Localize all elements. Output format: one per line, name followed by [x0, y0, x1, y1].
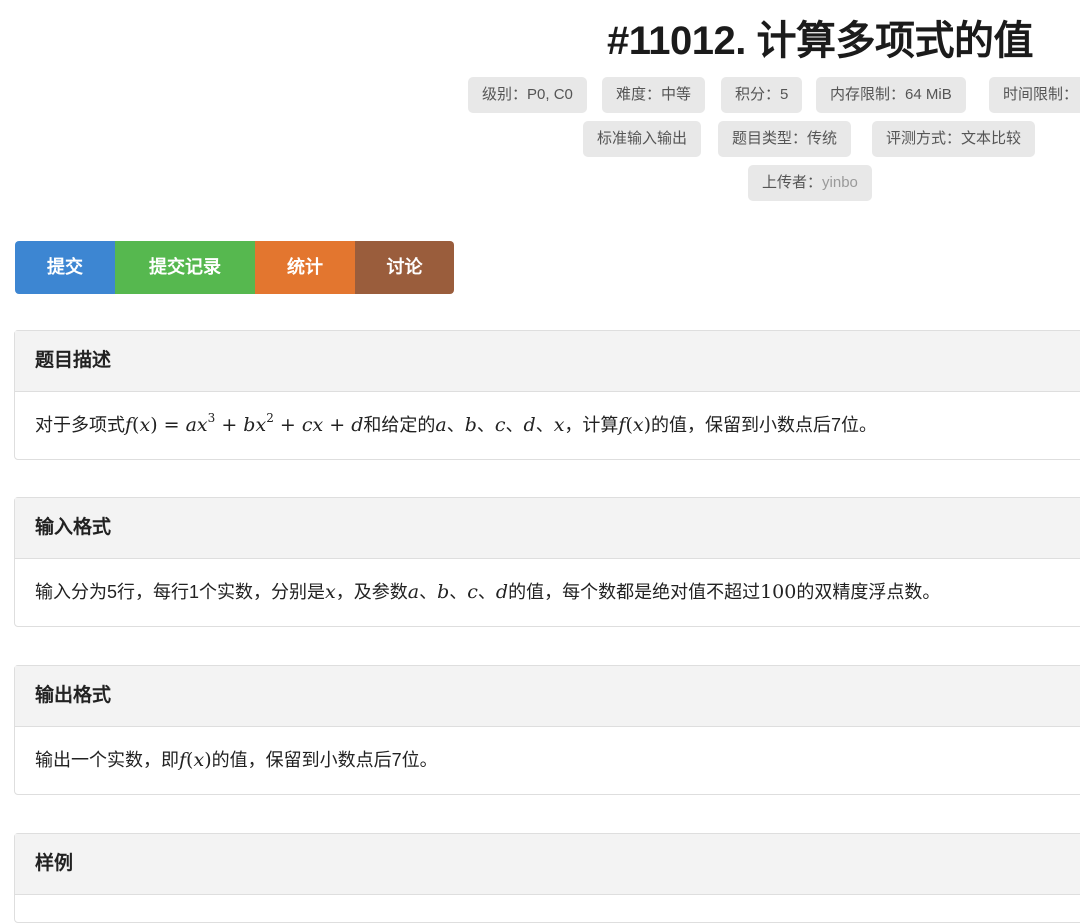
- output-format-body: 输出一个实数，即f(x)的值，保留到小数点后7位。: [15, 727, 1080, 794]
- term-d: d: [351, 414, 364, 436]
- level-value: P0, C0: [527, 86, 573, 103]
- var-x: x: [139, 414, 151, 436]
- sample-heading: 样例: [15, 834, 1080, 895]
- input-limit-number: 100: [760, 581, 797, 603]
- input-format-body: 输入分为5行，每行1个实数，分别是x，及参数a、b、c、d的值，每个数都是绝对值…: [35, 581, 941, 603]
- level-label: 级别：P0, C0: [468, 77, 587, 113]
- description-body: 对于多项式f(x) = ax3 + bx2 + cx + d和给定的a、b、c、…: [35, 411, 878, 436]
- difficulty-key: 难度：: [616, 86, 662, 103]
- fx-paren-open: (: [625, 414, 633, 436]
- difficulty-value: 中等: [661, 86, 692, 103]
- score-label: 积分：5: [721, 77, 803, 113]
- param-c: c: [494, 414, 506, 436]
- input-var-x: x: [325, 581, 336, 603]
- input-text-2: ，及参数: [335, 582, 408, 602]
- memory-limit-label: 内存限制：64 MiB: [816, 77, 966, 113]
- sample-section: 样例: [14, 833, 1080, 923]
- output-x: x: [193, 749, 205, 771]
- term-bx2: bx2: [243, 411, 274, 436]
- judge-method-label: 评测方式：文本比较: [872, 121, 1036, 157]
- desc-text-2: 和给定的: [363, 415, 436, 435]
- term-ax3: ax3: [185, 411, 216, 436]
- io-text: 标准输入输出: [597, 130, 688, 147]
- discussion-button[interactable]: 讨论: [355, 241, 454, 294]
- submit-button[interactable]: 提交: [15, 241, 115, 294]
- statistics-button[interactable]: 统计: [255, 241, 355, 294]
- page-title: #11012. 计算多项式的值: [607, 19, 1034, 63]
- input-param-c: c: [467, 581, 478, 603]
- plus-3: +: [323, 414, 352, 436]
- input-param-d: d: [495, 581, 509, 603]
- param-b: b: [464, 414, 477, 436]
- type-value: 传统: [807, 130, 838, 147]
- input-text-3: 的值，每个数都是绝对值不超过: [508, 582, 761, 602]
- judge-value: 文本比较: [961, 130, 1022, 147]
- judge-key: 评测方式：: [886, 130, 962, 147]
- type-key: 题目类型：: [732, 130, 808, 147]
- term-cx: cx: [301, 414, 324, 436]
- uploader-label: 上传者：yinbo: [748, 165, 872, 201]
- desc-text-3: ，计算: [564, 415, 619, 435]
- output-format-section: 输出格式 输出一个实数，即f(x)的值，保留到小数点后7位。: [14, 665, 1080, 795]
- submission-records-button[interactable]: 提交记录: [115, 241, 255, 294]
- score-value: 5: [780, 86, 789, 103]
- memory-value: 64 MiB: [905, 86, 952, 103]
- input-text-1: 输入分为5行，每行1个实数，分别是: [35, 582, 326, 602]
- io-label: 标准输入输出: [583, 121, 702, 157]
- plus-2: +: [273, 414, 302, 436]
- paren-close: ) =: [150, 414, 186, 436]
- output-format-heading: 输出格式: [15, 666, 1080, 727]
- input-param-b: b: [437, 581, 450, 603]
- polynomial-formula: f: [125, 414, 133, 436]
- plus-1: +: [215, 414, 244, 436]
- output-text-1: 输出一个实数，即: [35, 750, 179, 770]
- time-limit-label: 时间限制：: [989, 77, 1080, 113]
- uploader-value[interactable]: yinbo: [822, 174, 858, 191]
- memory-key: 内存限制：: [830, 86, 906, 103]
- score-key: 积分：: [735, 86, 781, 103]
- action-button-group: 提交 提交记录 统计 讨论: [15, 241, 454, 294]
- input-format-section: 输入格式 输入分为5行，每行1个实数，分别是x，及参数a、b、c、d的值，每个数…: [14, 497, 1080, 627]
- param-d: d: [523, 414, 536, 436]
- time-key: 时间限制：: [1003, 86, 1079, 103]
- param-x: x: [553, 414, 565, 436]
- output-fx: f: [179, 749, 187, 771]
- input-text-4: 的双精度浮点数。: [796, 582, 941, 602]
- desc-text-1: 对于多项式: [35, 415, 125, 435]
- fx-paren-close: ): [643, 414, 652, 436]
- param-list: a: [435, 414, 447, 436]
- problem-type-label: 题目类型：传统: [718, 121, 852, 157]
- input-param-a: a: [407, 581, 420, 603]
- description-heading: 题目描述: [15, 331, 1080, 392]
- difficulty-label: 难度：中等: [602, 77, 706, 113]
- description-section: 题目描述 对于多项式f(x) = ax3 + bx2 + cx + d和给定的a…: [14, 330, 1080, 460]
- input-format-heading: 输入格式: [15, 498, 1080, 559]
- output-text-2: 的值，保留到小数点后7位。: [211, 750, 438, 770]
- fx-x: x: [632, 414, 644, 436]
- output-paren-close: ): [204, 749, 212, 771]
- level-key: 级别：: [482, 86, 528, 103]
- desc-text-4: 的值，保留到小数点后7位。: [651, 415, 878, 435]
- uploader-key: 上传者：: [762, 174, 823, 191]
